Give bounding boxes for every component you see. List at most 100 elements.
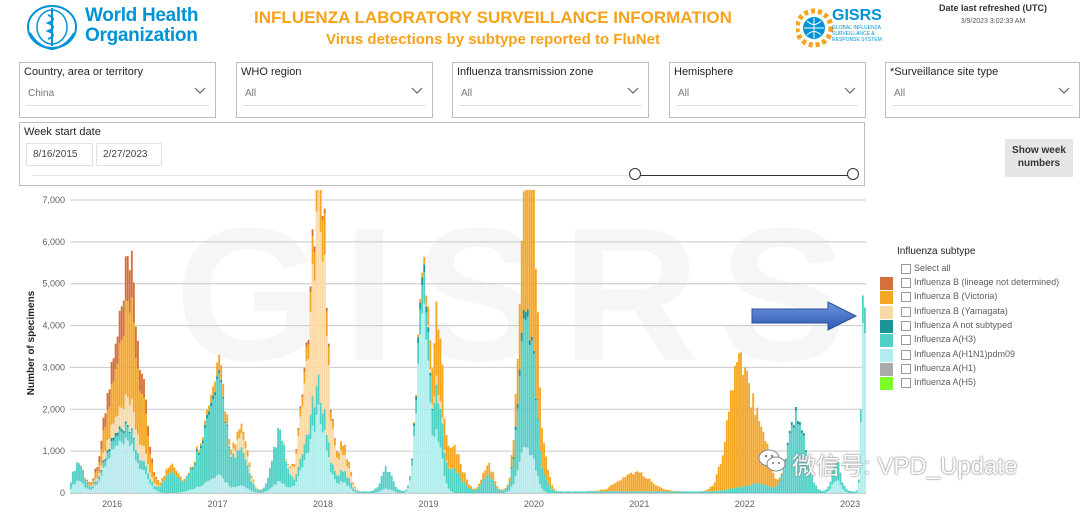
bar-segment-b-victoria xyxy=(754,414,757,485)
bar-segment-a-h1n1 xyxy=(323,429,326,493)
bar-segment-a-h3 xyxy=(366,491,369,493)
checkbox[interactable] xyxy=(901,320,911,331)
bar-segment-a-h3 xyxy=(786,444,789,493)
checkbox[interactable] xyxy=(901,278,911,288)
bar-segment-a-h1n1 xyxy=(116,445,119,493)
bar-segment-a-h3 xyxy=(319,402,322,425)
bar-segment-b-victoria xyxy=(352,482,355,485)
bar-segment-b-victoria xyxy=(419,298,422,303)
legend-label: Influenza B (lineage not determined) xyxy=(914,277,1060,287)
bar-segment-a-h3 xyxy=(108,451,111,459)
end-date-input[interactable]: 2/27/2023 xyxy=(96,143,162,166)
bar-segment-a-h3 xyxy=(352,487,355,491)
bar-segment-a-h3 xyxy=(252,483,255,492)
bar-segment-b-yamagata xyxy=(356,489,359,491)
bar-segment-a-h3 xyxy=(70,482,72,490)
chevron-down-icon[interactable] xyxy=(193,85,207,95)
filter-site-type[interactable]: *Surveillance site type All xyxy=(885,62,1080,118)
bar-segment-b-lineage-nd xyxy=(336,451,338,453)
bar-segment-b-victoria xyxy=(159,482,162,486)
filter-transmission-zone[interactable]: Influenza transmission zone All xyxy=(452,62,649,118)
bar-segment-a-h3 xyxy=(405,489,407,492)
bar-segment-b-yamagata xyxy=(242,440,245,453)
filter-label: Influenza transmission zone xyxy=(457,66,594,78)
refresh-label: Date last refreshed (UTC) xyxy=(938,3,1048,13)
bar-segment-b-victoria xyxy=(147,436,149,465)
bar-segment-b-victoria xyxy=(201,437,204,441)
checkbox[interactable] xyxy=(901,363,911,374)
bar-segment-a-h3 xyxy=(522,318,525,447)
bar-segment-a-h3 xyxy=(413,425,416,437)
bar-segment-b-victoria xyxy=(143,397,145,447)
bar-segment-b-victoria xyxy=(729,390,732,489)
bar-segment-a-h1n1 xyxy=(506,491,509,493)
bar-segment-b-victoria xyxy=(721,455,724,491)
bar-segment-a-h1n1 xyxy=(508,490,511,493)
chevron-down-icon[interactable] xyxy=(1057,85,1071,95)
filter-hemisphere[interactable]: Hemisphere All xyxy=(669,62,866,118)
bar-segment-a-not-subtyped xyxy=(520,332,523,342)
checkbox[interactable] xyxy=(901,378,911,389)
bar-segment-b-lineage-nd xyxy=(134,326,137,359)
bar-segment-b-yamagata xyxy=(317,190,320,375)
bar-segment-b-victoria xyxy=(778,477,781,481)
bar-segment-b-lineage-nd xyxy=(128,270,131,313)
bar-segment-a-h3 xyxy=(563,491,566,493)
bar-segment-b-victoria xyxy=(181,480,184,483)
bar-segment-a-not-subtyped xyxy=(204,424,206,428)
checkbox[interactable] xyxy=(901,335,911,346)
bar-segment-a-h1n1 xyxy=(70,489,72,493)
slider-start-handle[interactable] xyxy=(629,168,641,180)
bar-segment-b-victoria xyxy=(776,479,779,485)
bar-segment-a-h3 xyxy=(664,491,667,493)
bar-segment-a-h3 xyxy=(468,487,470,493)
bar-segment-b-yamagata xyxy=(313,280,316,408)
x-tick-label: 2017 xyxy=(208,499,228,509)
y-tick-label: 4,000 xyxy=(42,321,65,331)
bar-segment-b-yamagata xyxy=(305,360,308,435)
slider-end-handle[interactable] xyxy=(847,168,859,180)
bar-segment-a-h1n1 xyxy=(344,482,346,493)
bar-segment-b-victoria xyxy=(719,463,722,491)
bar-segment-a-h3 xyxy=(238,450,241,486)
bar-segment-a-h3 xyxy=(315,386,318,415)
bar-segment-a-h3 xyxy=(740,486,742,493)
chevron-down-icon[interactable] xyxy=(843,85,857,95)
bar-segment-b-yamagata xyxy=(250,478,253,482)
bar-segment-a-h1n1 xyxy=(193,488,196,493)
bar-segment-b-victoria xyxy=(254,486,257,488)
bar-segment-a-h1n1 xyxy=(220,475,223,493)
bar-segment-b-victoria xyxy=(604,489,606,492)
bar-segment-a-h1n1 xyxy=(187,490,190,493)
filter-who-region[interactable]: WHO region All xyxy=(236,62,433,118)
bar-segment-a-h3 xyxy=(313,407,316,433)
bar-segment-b-victoria xyxy=(293,464,296,468)
bar-segment-a-h1n1 xyxy=(100,475,103,493)
show-week-numbers-button[interactable]: Show week numbers xyxy=(1005,139,1073,177)
bar-segment-a-not-subtyped xyxy=(132,437,135,439)
bar-segment-b-lineage-nd xyxy=(139,369,141,392)
bar-segment-b-victoria xyxy=(664,489,667,492)
bar-segment-a-h1n1 xyxy=(449,491,452,493)
checkbox[interactable] xyxy=(901,264,911,274)
bar-segment-a-h3 xyxy=(547,484,550,493)
checkbox[interactable] xyxy=(901,349,911,360)
bar-segment-a-h1n1 xyxy=(331,474,334,493)
bar-segment-a-h1n1 xyxy=(214,477,217,493)
bar-segment-a-h3 xyxy=(447,468,450,489)
bar-segment-b-yamagata xyxy=(230,454,233,458)
bar-segment-a-h1n1 xyxy=(80,481,82,493)
bar-segment-a-h1n1 xyxy=(831,484,834,493)
chevron-down-icon[interactable] xyxy=(626,85,640,95)
bar-segment-a-h3 xyxy=(500,490,503,493)
start-date-input[interactable]: 8/16/2015 xyxy=(26,143,93,166)
chevron-down-icon[interactable] xyxy=(410,85,424,95)
bar-segment-a-h3 xyxy=(591,491,594,493)
checkbox[interactable] xyxy=(901,306,911,317)
bar-segment-a-h1n1 xyxy=(279,481,281,493)
bar-segment-b-yamagata xyxy=(98,472,101,477)
checkbox[interactable] xyxy=(901,292,911,303)
legend-swatch xyxy=(880,348,893,362)
filter-country[interactable]: Country, area or territory China xyxy=(19,62,216,118)
bar-segment-b-victoria xyxy=(669,490,671,492)
